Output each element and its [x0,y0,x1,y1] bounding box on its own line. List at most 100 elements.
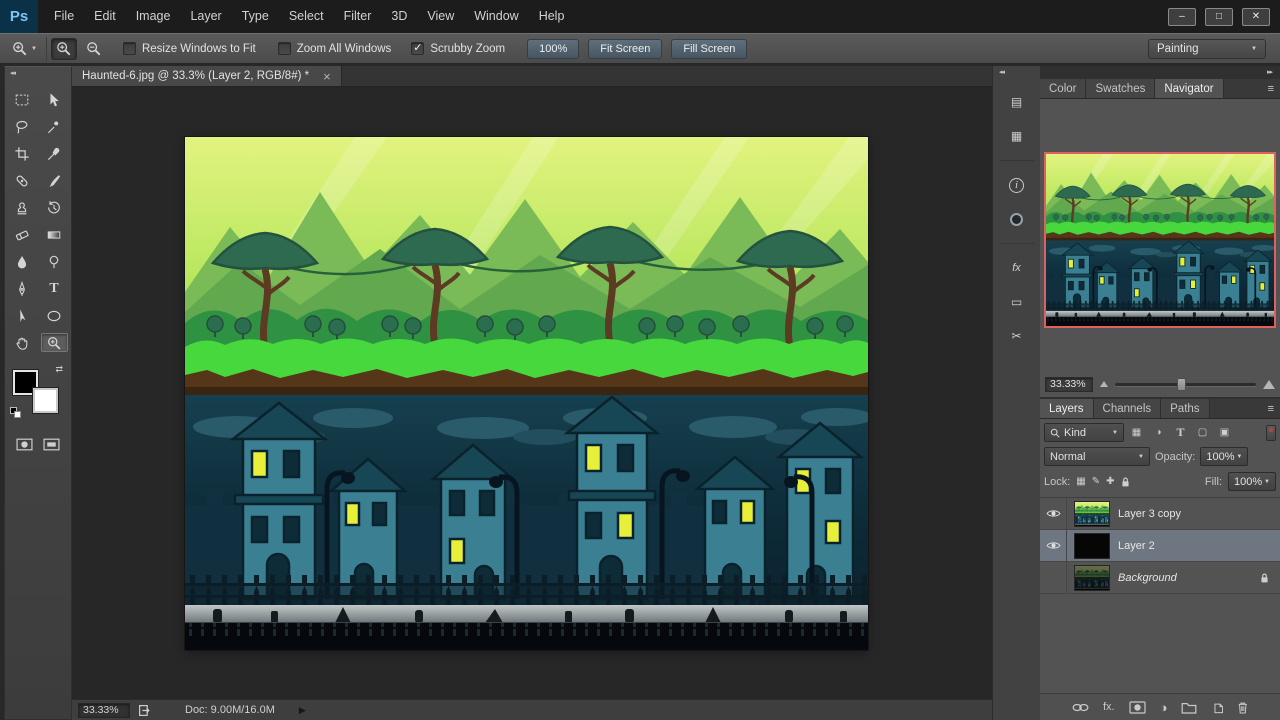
layer-style-button[interactable]: fx. [1103,701,1115,713]
tool-crop[interactable] [9,144,36,163]
layer-row-layer3-copy[interactable]: Layer 3 copy [1040,498,1280,530]
layer-filter-toggle[interactable] [1266,424,1276,441]
styles-panel-button[interactable]: fx [1005,257,1029,279]
lock-transparency-button[interactable]: ▦ [1076,476,1085,487]
tab-color[interactable]: Color [1040,79,1087,98]
tool-shape-ellipse[interactable] [41,306,68,325]
tool-eyedropper[interactable] [41,144,68,163]
measurement-log-panel-button[interactable]: ▭ [1005,291,1029,313]
tool-history-brush[interactable] [41,198,68,217]
filter-shape-layers-button[interactable]: ▢ [1193,423,1212,442]
checkbox-label[interactable]: Zoom All Windows [297,43,392,55]
swap-colors-icon[interactable]: ⇄ [55,364,63,375]
add-mask-button[interactable] [1129,701,1146,714]
layer-thumbnail[interactable] [1074,564,1110,591]
navigator-zoom-slider[interactable] [1115,377,1256,391]
tab-channels[interactable]: Channels [1093,399,1162,418]
new-adjustment-layer-button[interactable]: ◑ [1160,701,1168,714]
tool-quick-selection[interactable] [41,117,68,136]
filter-pixel-layers-button[interactable]: ▦ [1127,423,1146,442]
link-layers-button[interactable] [1072,701,1089,714]
zoom-out-button[interactable] [81,38,107,60]
screen-mode-button[interactable] [43,438,60,454]
info-panel-button[interactable]: i [1005,174,1029,196]
checkbox-icon[interactable] [277,42,291,55]
fill-dropdown[interactable]: 100% ▼ [1228,472,1276,491]
status-expand-icon[interactable]: ▶ [299,705,306,716]
tab-swatches[interactable]: Swatches [1086,79,1156,98]
tool-move[interactable] [41,90,68,109]
zoom-out-small-icon[interactable] [1100,381,1108,387]
default-colors-icon[interactable] [10,407,24,421]
collapse-panels-icon[interactable]: ▸▸ [1267,68,1273,79]
visibility-toggle[interactable] [1040,498,1067,529]
fill-screen-button[interactable]: Fill Screen [671,38,748,59]
menu-filter[interactable]: Filter [334,0,382,33]
layer-filter-kind-dropdown[interactable]: Kind ▼ [1044,423,1124,442]
delete-layer-button[interactable] [1237,701,1248,714]
checkbox-label[interactable]: Scrubby Zoom [430,43,505,55]
tool-dodge[interactable] [41,252,68,271]
document-canvas[interactable] [185,137,868,650]
fit-screen-button[interactable]: Fit Screen [588,38,663,59]
close-button[interactable]: ✕ [1242,7,1270,26]
notes-panel-button[interactable]: ✂ [1005,325,1029,347]
tool-zoom[interactable] [40,333,68,352]
visibility-toggle[interactable] [1040,562,1067,593]
tool-clone-stamp[interactable] [9,198,36,217]
tool-eraser[interactable] [9,225,36,244]
properties-panel-button[interactable]: ▤ [1005,91,1029,113]
blend-mode-dropdown[interactable]: Normal ▼ [1044,447,1150,466]
tool-gradient[interactable] [41,225,68,244]
panel-menu-icon[interactable]: ≡ [1268,83,1274,95]
tool-type[interactable]: T [41,279,68,298]
canvas-viewport[interactable] [72,87,992,699]
histogram-panel-button[interactable] [1005,208,1029,230]
tab-layers[interactable]: Layers [1040,399,1094,418]
checkbox-icon[interactable] [122,42,136,55]
filter-smart-objects-button[interactable]: ▣ [1215,423,1234,442]
tool-healing-brush[interactable] [9,171,36,190]
scrubby-zoom-checkbox[interactable]: ✓ Scrubby Zoom [411,42,505,55]
filter-adjustment-layers-button[interactable]: ◑ [1149,423,1168,442]
layer-thumbnail[interactable] [1074,532,1110,559]
menu-select[interactable]: Select [279,0,334,33]
clone-source-panel-button[interactable]: ▦ [1005,125,1029,147]
new-group-button[interactable] [1181,701,1198,714]
tool-rect-marquee[interactable] [9,90,36,109]
menu-edit[interactable]: Edit [84,0,126,33]
lock-all-button[interactable] [1121,476,1130,488]
new-layer-button[interactable] [1212,701,1223,714]
tool-pen[interactable] [9,279,36,298]
panel-menu-icon[interactable]: ≡ [1268,403,1274,415]
visibility-toggle[interactable] [1040,530,1067,561]
zoom-in-large-icon[interactable] [1263,379,1275,389]
tool-hand[interactable] [9,333,36,352]
filter-type-layers-button[interactable]: T [1171,423,1190,442]
layer-thumbnail[interactable] [1074,500,1110,527]
minimize-button[interactable]: – [1168,7,1196,26]
tool-lasso[interactable] [9,117,36,136]
expand-panels-icon[interactable]: ◂◂ [999,69,1005,76]
opacity-dropdown[interactable]: 100% ▼ [1200,447,1249,466]
menu-help[interactable]: Help [529,0,575,33]
checkbox-checked-icon[interactable]: ✓ [411,42,425,55]
workspace-selector[interactable]: Painting ▼ [1148,38,1266,59]
collapse-toolbar-icon[interactable]: ◂◂ [10,70,16,77]
maximize-button[interactable]: □ [1205,7,1233,26]
menu-image[interactable]: Image [126,0,181,33]
close-tab-icon[interactable]: × [323,69,331,84]
zoom-in-button[interactable] [50,37,77,60]
navigator-zoom-field[interactable]: 33.33% [1045,376,1093,392]
layer-row-layer2[interactable]: Layer 2 [1040,530,1280,562]
slider-thumb[interactable] [1177,377,1187,391]
quick-mask-button[interactable] [16,438,33,454]
zoom-all-windows-checkbox[interactable]: Zoom All Windows [277,42,392,55]
tool-preset-picker[interactable]: ▼ [8,36,47,61]
lock-pixels-button[interactable]: ✎ [1092,476,1100,487]
status-options-icon[interactable] [138,704,151,717]
navigator-proxy-view[interactable] [1044,152,1276,328]
background-color[interactable] [32,387,59,414]
menu-3d[interactable]: 3D [381,0,417,33]
layer-row-background[interactable]: Background [1040,562,1280,594]
